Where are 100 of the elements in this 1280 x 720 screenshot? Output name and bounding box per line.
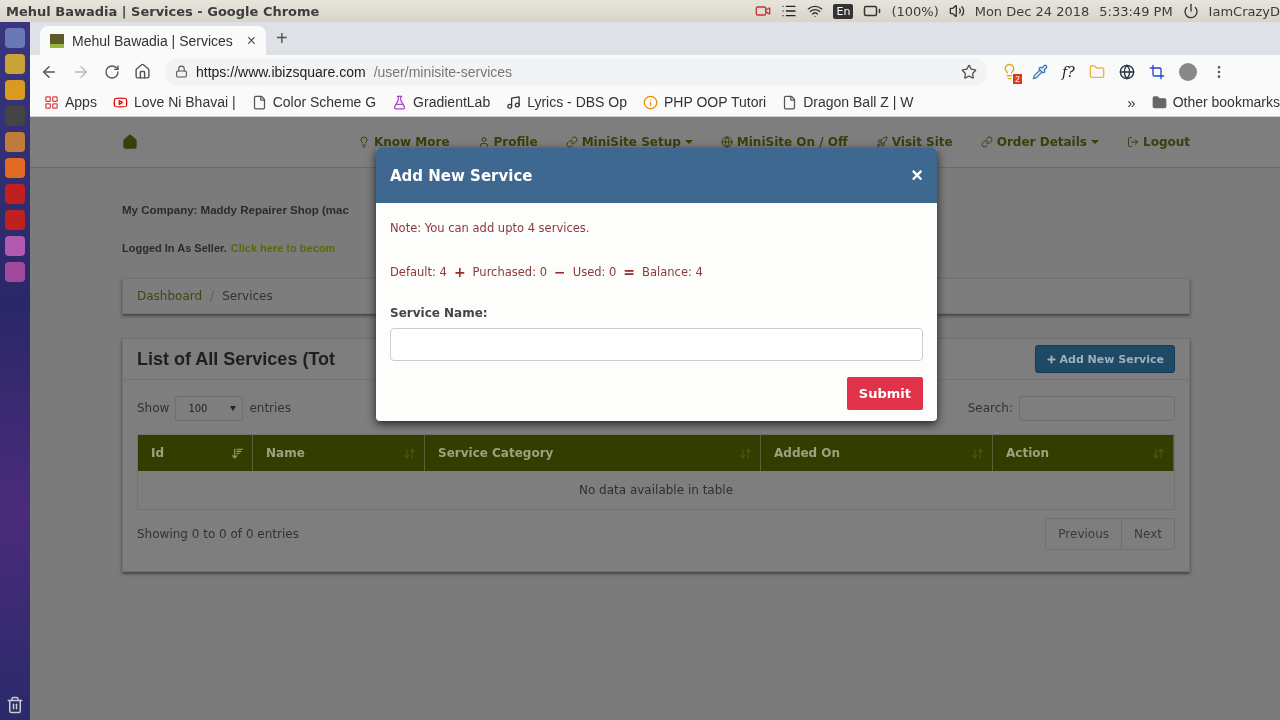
- column-header[interactable]: Id: [138, 435, 253, 471]
- add-service-button[interactable]: Add New Service: [1034, 345, 1175, 373]
- column-header[interactable]: Service Category: [425, 435, 761, 471]
- operator-sign: −: [554, 264, 566, 280]
- bookmark-link[interactable]: Love Ni Bhavai |: [112, 94, 236, 110]
- column-header[interactable]: Action: [993, 435, 1174, 471]
- extension-button[interactable]: f?: [1062, 63, 1075, 80]
- globe-icon: [720, 136, 733, 148]
- lightbulb-icon: [357, 136, 370, 148]
- reload-icon[interactable]: [104, 63, 120, 80]
- entries-label: entries: [249, 401, 291, 415]
- camera-icon[interactable]: [755, 3, 772, 19]
- rocket-icon: [875, 136, 888, 148]
- app-launcher-icon[interactable]: [5, 236, 25, 256]
- new-tab-button[interactable]: +: [276, 27, 288, 50]
- show-label: Show: [137, 401, 170, 415]
- breadcrumb-link[interactable]: Dashboard: [137, 289, 203, 303]
- home-icon[interactable]: [134, 63, 151, 80]
- service-name-field[interactable]: [390, 328, 923, 361]
- sort-icon: [1152, 446, 1165, 460]
- column-header[interactable]: Added On: [761, 435, 993, 471]
- caret-icon: [684, 140, 693, 144]
- nav-link[interactable]: Profile: [477, 135, 538, 149]
- bookmark-link[interactable]: Apps: [44, 94, 97, 110]
- breadcrumb-current: Services: [222, 289, 273, 303]
- link-icon: [565, 136, 578, 148]
- operator-sign: +: [453, 264, 466, 280]
- app-launcher-icon[interactable]: [5, 184, 25, 204]
- profile-avatar[interactable]: [1178, 62, 1197, 81]
- app-launcher-icon[interactable]: [5, 28, 25, 48]
- power-icon[interactable]: [1182, 3, 1199, 19]
- bookmark-star-icon[interactable]: [961, 63, 977, 80]
- sort-descending-icon: [231, 446, 244, 460]
- nav-link[interactable]: Visit Site: [875, 135, 953, 149]
- app-launcher-icon[interactable]: [5, 54, 25, 74]
- user-name[interactable]: IamCrazyD: [1208, 3, 1280, 19]
- bookmark-link[interactable]: Lyrics - DBS Op: [506, 94, 627, 110]
- address-bar[interactable]: https://www.ibizsquare.com /user/minisite-services: [165, 57, 987, 86]
- nav-link[interactable]: Order Details: [980, 135, 1099, 149]
- trash-icon[interactable]: [6, 696, 24, 714]
- other-bookmarks-link[interactable]: Other bookmarks: [1151, 94, 1280, 110]
- plus-icon: [1045, 353, 1057, 365]
- logout-icon: [1127, 136, 1139, 148]
- keyboard-layout[interactable]: En: [833, 3, 854, 19]
- login-status-text: Logged In As Seller.: [122, 242, 227, 254]
- page-icon: [782, 94, 798, 110]
- folder-icon: [1151, 94, 1167, 110]
- bookmark-link[interactable]: GradientLab: [392, 94, 491, 110]
- bookmark-link[interactable]: PHP OOP Tutori: [643, 94, 767, 110]
- eyedropper-icon[interactable]: [1032, 63, 1048, 80]
- quota-text: Balance: 4: [642, 265, 703, 279]
- apps-grid-icon: [44, 94, 59, 110]
- list-icon[interactable]: [781, 3, 798, 19]
- field-label: Service Name:: [390, 306, 489, 320]
- close-button[interactable]: ×: [911, 164, 923, 187]
- pagination-button[interactable]: Previous: [1046, 519, 1123, 549]
- company-text: My Company: Maddy Repairer Shop (mac: [122, 204, 350, 216]
- page-icon: [251, 94, 267, 110]
- app-launcher-icon[interactable]: [5, 210, 25, 230]
- globe-icon[interactable]: [1118, 63, 1135, 80]
- bookmark-link[interactable]: Color Scheme G: [251, 94, 377, 110]
- nav-link[interactable]: Logout: [1127, 135, 1190, 149]
- bookmarks-overflow-button[interactable]: »: [1127, 93, 1136, 111]
- caret-icon: [1091, 140, 1099, 144]
- date-text: Mon Dec 24 2018: [974, 3, 1090, 19]
- info-icon: [643, 94, 658, 110]
- favicon-icon: [50, 33, 64, 48]
- wifi-icon[interactable]: [807, 3, 824, 19]
- nav-link[interactable]: MiniSite Setup: [565, 135, 693, 149]
- column-header[interactable]: Name: [253, 435, 425, 471]
- app-launcher-icon[interactable]: [5, 158, 25, 178]
- sort-icon: [403, 446, 416, 460]
- note-text: Note: You can add upto 4 services.: [390, 221, 591, 235]
- flask-icon: [392, 94, 408, 110]
- pagination-button[interactable]: Next: [1122, 519, 1174, 549]
- play-icon: [112, 94, 128, 110]
- sort-icon: [739, 446, 752, 460]
- app-launcher-icon[interactable]: [5, 132, 25, 152]
- operator-sign: =: [623, 264, 636, 280]
- quota-text: Used: 0: [572, 265, 617, 279]
- crop-icon[interactable]: [1148, 63, 1165, 80]
- empty-table-message: No data available in table: [577, 482, 735, 499]
- link-icon: [980, 136, 993, 148]
- page-size-select[interactable]: 100: [175, 395, 244, 421]
- nav-link[interactable]: Know More: [357, 135, 450, 149]
- tab-close-button[interactable]: ×: [246, 31, 256, 50]
- volume-icon[interactable]: [948, 3, 965, 19]
- nav-link[interactable]: MiniSite On / Off: [720, 135, 848, 149]
- app-launcher-icon[interactable]: [5, 262, 25, 282]
- table-info-text: Showing 0 to 0 of 0 entries: [137, 527, 299, 541]
- bookmark-link[interactable]: Dragon Ball Z | W: [782, 94, 914, 110]
- sort-icon: [971, 446, 984, 460]
- user-icon: [477, 136, 490, 148]
- submit-button[interactable]: Submit: [846, 377, 923, 410]
- panel-title: List of All Services (Tot: [137, 348, 336, 370]
- app-launcher-icon[interactable]: [5, 80, 25, 100]
- browser-tab[interactable]: Mehul Bawadia | Services ×: [40, 26, 266, 55]
- dialog-title: Add New Service: [390, 166, 533, 185]
- music-icon: [506, 94, 522, 110]
- quota-text: Default: 4: [390, 265, 447, 279]
